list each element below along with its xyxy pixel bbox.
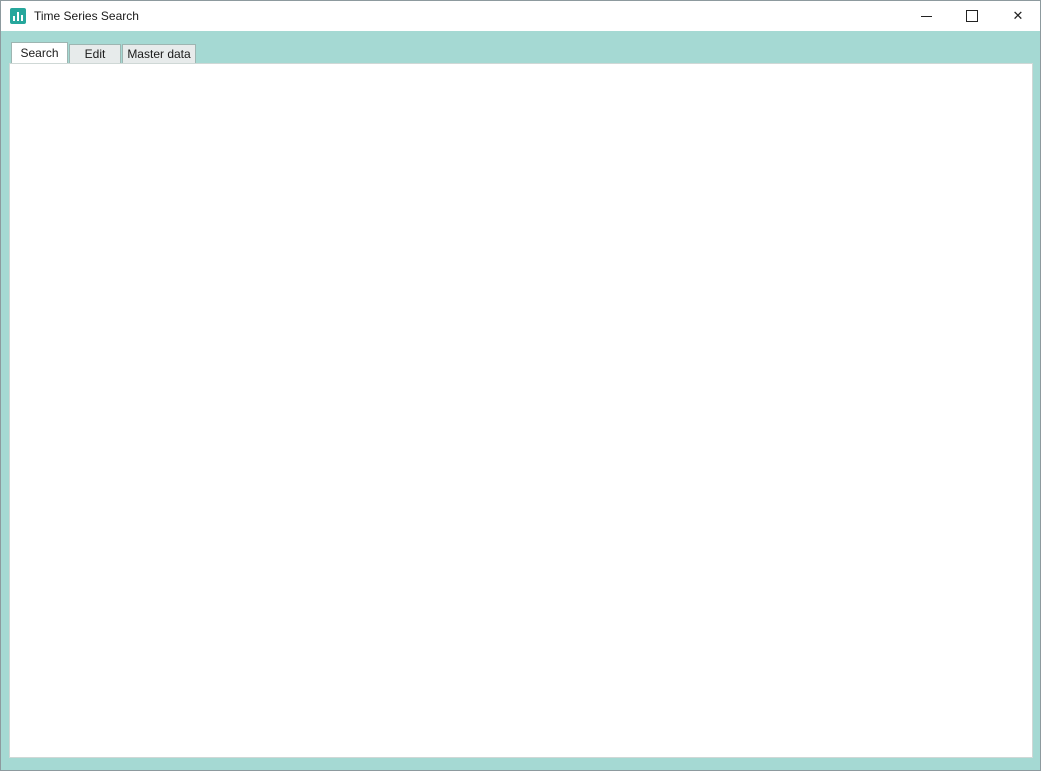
maximize-button[interactable] [949, 1, 995, 31]
tab-master-data[interactable]: Master data [122, 44, 196, 63]
title-bar: Time Series Search ✕ [1, 1, 1040, 31]
close-button[interactable]: ✕ [995, 1, 1040, 31]
app-icon [10, 8, 26, 24]
close-icon: ✕ [1012, 8, 1024, 23]
app-window: Time Series Search ✕ Search Edit Master … [0, 0, 1041, 771]
tab-edit[interactable]: Edit [69, 44, 121, 63]
tab-search[interactable]: Search [11, 42, 68, 63]
minimize-button[interactable] [903, 1, 949, 31]
search-tab-page [9, 63, 1033, 758]
maximize-icon [966, 10, 978, 22]
window-title: Time Series Search [34, 9, 139, 23]
minimize-icon [920, 15, 932, 17]
